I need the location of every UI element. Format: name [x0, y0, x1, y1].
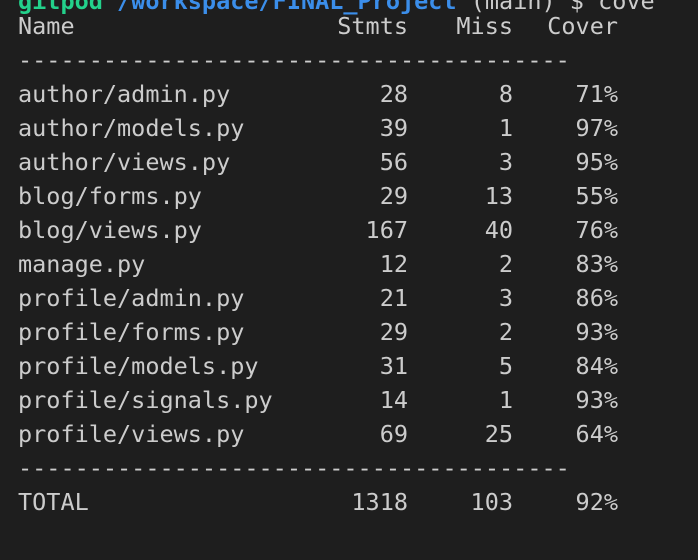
stmts-value: 31 — [379, 352, 408, 380]
cover-value: 64% — [575, 420, 618, 448]
miss-value: 2 — [498, 250, 513, 278]
miss-value: 8 — [498, 80, 513, 108]
table-row: profile/signals.py 14 1 93% — [0, 383, 698, 417]
cover-value: 93% — [575, 318, 618, 346]
cover-value: 76% — [575, 216, 618, 244]
stmts-value: 39 — [379, 114, 408, 142]
miss-value: 5 — [498, 352, 513, 380]
file-name: manage.py — [18, 250, 146, 278]
file-name: profile/models.py — [18, 352, 259, 380]
header-name: Name — [18, 12, 75, 40]
cover-value: 95% — [575, 148, 618, 176]
file-name: author/admin.py — [18, 80, 231, 108]
miss-value: 1 — [498, 386, 513, 414]
cover-value: 83% — [575, 250, 618, 278]
separator-bottom: --------------------------------------- — [18, 454, 570, 482]
stmts-value: 69 — [379, 420, 408, 448]
total-name: TOTAL — [18, 488, 89, 516]
file-name: blog/views.py — [18, 216, 202, 244]
cover-value: 97% — [575, 114, 618, 142]
header-cover: Cover — [547, 12, 618, 40]
table-row: blog/forms.py 29 13 55% — [0, 179, 698, 213]
miss-value: 1 — [498, 114, 513, 142]
file-name: author/views.py — [18, 148, 231, 176]
coverage-total-row: TOTAL 1318 103 92% — [0, 485, 698, 519]
file-name: profile/signals.py — [18, 386, 273, 414]
total-cover: 92% — [575, 488, 618, 516]
header-miss: Miss — [456, 12, 513, 40]
cover-value: 93% — [575, 386, 618, 414]
table-row: profile/admin.py 21 3 86% — [0, 281, 698, 315]
table-row: profile/views.py 69 25 64% — [0, 417, 698, 451]
file-name: profile/admin.py — [18, 284, 245, 312]
stmts-value: 28 — [379, 80, 408, 108]
separator-top: --------------------------------------- — [18, 46, 570, 74]
stmts-value: 56 — [379, 148, 408, 176]
file-name: blog/forms.py — [18, 182, 202, 210]
table-row: profile/models.py 31 5 84% — [0, 349, 698, 383]
coverage-header-row: Name Stmts Miss Cover — [0, 9, 698, 43]
stmts-value: 167 — [365, 216, 408, 244]
table-row: author/models.py 39 1 97% — [0, 111, 698, 145]
miss-value: 3 — [498, 148, 513, 176]
total-stmts: 1318 — [351, 488, 408, 516]
stmts-value: 29 — [379, 318, 408, 346]
stmts-value: 12 — [379, 250, 408, 278]
miss-value: 2 — [498, 318, 513, 346]
cover-value: 71% — [575, 80, 618, 108]
file-name: author/models.py — [18, 114, 245, 142]
miss-value: 3 — [498, 284, 513, 312]
cover-value: 86% — [575, 284, 618, 312]
miss-value: 13 — [484, 182, 513, 210]
terminal-output[interactable]: gitpod /workspace/FINAL_Project (main) $… — [0, 0, 698, 560]
header-stmts: Stmts — [337, 12, 408, 40]
miss-value: 25 — [484, 420, 513, 448]
total-miss: 103 — [470, 488, 513, 516]
file-name: profile/forms.py — [18, 318, 245, 346]
cover-value: 84% — [575, 352, 618, 380]
stmts-value: 14 — [379, 386, 408, 414]
stmts-value: 21 — [379, 284, 408, 312]
miss-value: 40 — [484, 216, 513, 244]
table-row: manage.py 12 2 83% — [0, 247, 698, 281]
table-row: profile/forms.py 29 2 93% — [0, 315, 698, 349]
table-row: author/admin.py 28 8 71% — [0, 77, 698, 111]
stmts-value: 29 — [379, 182, 408, 210]
table-row: author/views.py 56 3 95% — [0, 145, 698, 179]
table-row: blog/views.py 167 40 76% — [0, 213, 698, 247]
file-name: profile/views.py — [18, 420, 245, 448]
cover-value: 55% — [575, 182, 618, 210]
